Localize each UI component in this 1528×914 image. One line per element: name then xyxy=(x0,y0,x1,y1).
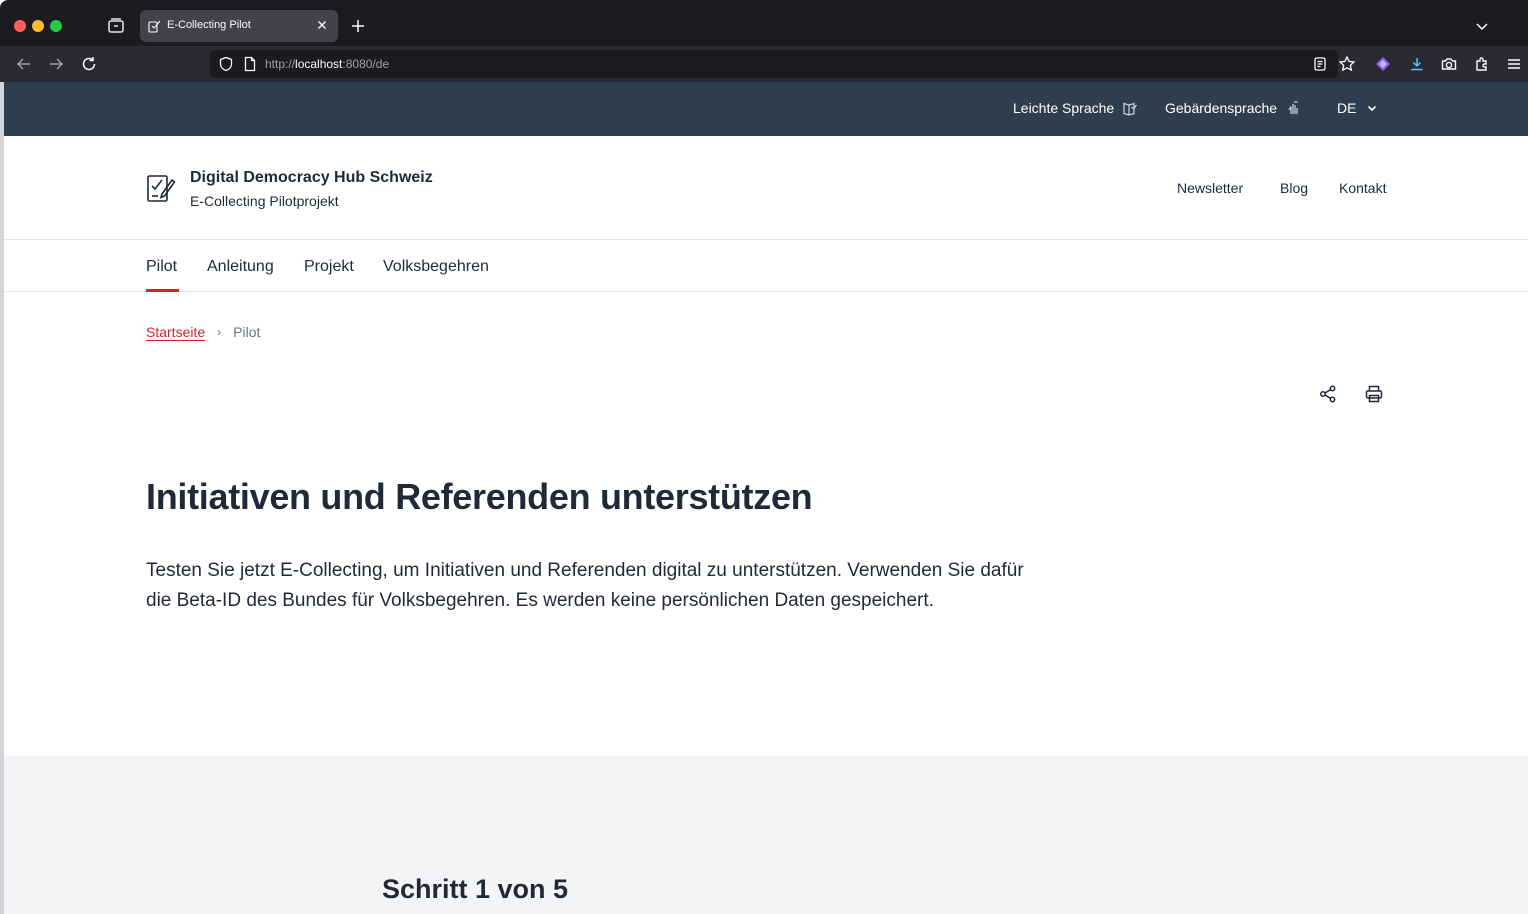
lead-paragraph: Testen Sie jetzt E-Collecting, um Initia… xyxy=(146,560,1024,611)
extension-gem-icon[interactable] xyxy=(1374,55,1392,73)
breadcrumb-current: Pilot xyxy=(233,324,261,340)
download-icon[interactable] xyxy=(1408,55,1426,73)
bookmark-star-icon[interactable] xyxy=(1338,55,1356,73)
forward-arrow-icon[interactable] xyxy=(46,54,66,74)
tabs-overview-icon[interactable] xyxy=(106,16,126,36)
nav-item-projekt[interactable]: Projekt xyxy=(304,258,354,276)
step-title: Schritt 1 von 5 xyxy=(382,874,569,904)
url-host: localhost xyxy=(295,57,343,71)
tab-title: E-Collecting Pilot xyxy=(167,19,251,31)
browser-tab-bar: E-Collecting Pilot xyxy=(0,0,1528,46)
favicon-icon xyxy=(148,19,162,33)
breadcrumb-separator: › xyxy=(217,325,222,339)
share-icon[interactable] xyxy=(1318,384,1338,404)
sign-language-label: Gebärdensprache xyxy=(1165,100,1278,116)
easy-language-icon xyxy=(1123,102,1138,116)
close-tab-icon[interactable] xyxy=(314,17,330,33)
sign-language-icon xyxy=(1288,101,1299,114)
url-prefix: http:// xyxy=(265,57,296,71)
nav-item-volksbegehren[interactable]: Volksbegehren xyxy=(383,258,489,276)
breadcrumb-home-link[interactable]: Startseite xyxy=(146,324,205,340)
sign-language-link[interactable]: Gebärdensprache xyxy=(1165,100,1301,116)
brand-subtitle: E-Collecting Pilotprojekt xyxy=(190,193,339,209)
chevron-down-icon[interactable] xyxy=(1472,16,1492,36)
menu-hamburger-icon[interactable] xyxy=(1505,55,1523,73)
shield-icon[interactable] xyxy=(218,56,234,72)
url-rest: :8080/de xyxy=(342,57,390,71)
language-label: DE xyxy=(1337,100,1357,116)
url-bar[interactable]: http://localhost:8080/de xyxy=(210,50,1356,78)
print-icon[interactable] xyxy=(1364,384,1384,404)
minimize-window-button[interactable] xyxy=(32,20,44,32)
browser-tab[interactable]: E-Collecting Pilot xyxy=(140,10,338,42)
active-nav-indicator xyxy=(146,289,179,292)
brand-title[interactable]: Digital Democracy Hub Schweiz xyxy=(190,169,433,187)
reader-view-icon[interactable] xyxy=(1312,56,1328,72)
breadcrumb: Startseite › Pilot xyxy=(146,324,260,340)
easy-language-link[interactable]: Leichte Sprache xyxy=(1013,100,1138,116)
nav-item-pilot[interactable]: Pilot xyxy=(146,258,177,276)
nav-item-anleitung[interactable]: Anleitung xyxy=(207,258,274,276)
language-selector[interactable]: DE xyxy=(1337,100,1380,116)
extensions-puzzle-icon[interactable] xyxy=(1473,55,1491,73)
browser-toolbar: http://localhost:8080/de xyxy=(0,46,1528,82)
main-navigation: Pilot Anleitung Projekt Volksbegehren xyxy=(4,241,1528,292)
screenshot-camera-icon[interactable] xyxy=(1440,55,1458,73)
contact-link[interactable]: Kontakt xyxy=(1339,180,1386,196)
utility-bar: Leichte Sprache Gebärdensprache DE xyxy=(4,82,1528,136)
back-arrow-icon[interactable] xyxy=(14,54,34,74)
maximize-window-button[interactable] xyxy=(50,20,62,32)
stepper-section: Schritt 1 von 5 xyxy=(4,756,1528,914)
close-window-button[interactable] xyxy=(14,20,26,32)
logo-icon[interactable] xyxy=(146,172,176,204)
reload-icon[interactable] xyxy=(79,54,99,74)
blog-link[interactable]: Blog xyxy=(1280,180,1308,196)
newsletter-link[interactable]: Newsletter xyxy=(1177,180,1243,196)
site-header: Digital Democracy Hub Schweiz E-Collecti… xyxy=(4,136,1528,240)
easy-language-label: Leichte Sprache xyxy=(1013,100,1115,116)
page-info-icon[interactable] xyxy=(242,56,258,72)
new-tab-icon[interactable] xyxy=(348,16,368,36)
url-text[interactable]: http://localhost:8080/de xyxy=(265,57,389,71)
page-title: Initiativen und Referenden unterstützen xyxy=(146,476,813,517)
chevron-down-icon xyxy=(1368,105,1377,112)
